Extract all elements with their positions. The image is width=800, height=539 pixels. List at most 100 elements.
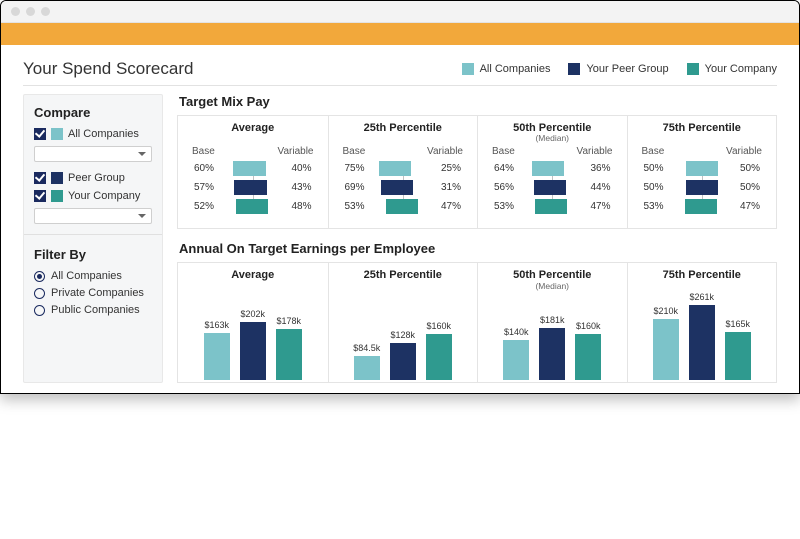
variable-percent: 43% <box>292 182 318 193</box>
square-icon <box>51 128 63 140</box>
mix-bar-row: 60%40% <box>188 161 318 176</box>
variable-percent: 47% <box>441 201 467 212</box>
base-percent: 60% <box>188 163 214 174</box>
mix-column: 25th PercentileBaseVariable75%25%69%31%5… <box>328 116 478 228</box>
stacked-bar <box>370 161 437 176</box>
traffic-light-icon <box>11 7 20 16</box>
compare-you-select[interactable] <box>34 208 152 224</box>
base-percent: 56% <box>488 182 514 193</box>
square-icon <box>687 63 699 75</box>
mix-bar-row: 64%36% <box>488 161 617 176</box>
bar-value-label: $160k <box>426 321 451 331</box>
compare-heading: Compare <box>34 105 152 120</box>
divider <box>24 234 162 235</box>
mix-bar-row: 50%50% <box>638 180 767 195</box>
base-percent: 50% <box>638 163 664 174</box>
checkbox-icon <box>34 172 46 184</box>
radio-icon <box>34 305 45 316</box>
earnings-bar: $163k <box>204 333 230 380</box>
mix-column: AverageBaseVariable60%40%57%43%52%48% <box>178 116 328 228</box>
checkbox-label: Your Company <box>68 190 140 202</box>
mix-bar-row: 57%43% <box>188 180 318 195</box>
earnings-column: 25th Percentile $84.5k $128k $160k <box>328 263 478 382</box>
compare-checkbox-all[interactable]: All Companies <box>34 128 152 140</box>
column-subheading <box>335 281 472 290</box>
square-icon <box>568 63 580 75</box>
earnings-bar: $128k <box>390 343 416 380</box>
legend-item-peer: Your Peer Group <box>568 63 668 75</box>
earnings-bar: $178k <box>276 329 302 380</box>
earnings-bar: $165k <box>725 332 751 380</box>
bar-value-label: $165k <box>725 319 750 329</box>
earnings-bar: $160k <box>575 334 601 380</box>
mix-bar-row: 53%47% <box>339 199 468 214</box>
filter-radio-private[interactable]: Private Companies <box>34 287 152 299</box>
column-subheading <box>184 281 322 290</box>
legend-item-you: Your Company <box>687 63 777 75</box>
variable-percent: 48% <box>292 201 318 212</box>
filter-radio-public[interactable]: Public Companies <box>34 304 152 316</box>
earnings-column: 50th Percentile(Median)$140k$181k$160k <box>477 263 627 382</box>
column-subheading: (Median) <box>484 281 621 290</box>
mix-bar-row: 75%25% <box>339 161 468 176</box>
main-content: Target Mix Pay AverageBaseVariable60%40%… <box>177 94 777 383</box>
compare-checkbox-peer[interactable]: Peer Group <box>34 172 152 184</box>
bar-group: $210k $261k $165k <box>634 294 771 380</box>
mix-column: 75th PercentileBaseVariable50%50%50%50%5… <box>627 116 777 228</box>
stacked-bar <box>669 199 736 214</box>
bar-value-label: $261k <box>689 292 714 302</box>
traffic-light-icon <box>26 7 35 16</box>
bar-value-label: $202k <box>240 309 265 319</box>
mix-bar-row: 52%48% <box>188 199 318 214</box>
column-subheading <box>188 133 318 142</box>
base-percent: 53% <box>638 201 664 212</box>
column-heading: 25th Percentile <box>335 269 472 281</box>
column-heading: 75th Percentile <box>634 269 771 281</box>
bar-value-label: $178k <box>276 316 301 326</box>
earnings-column: Average $163k $202k $178k <box>178 263 328 382</box>
filter-radio-all[interactable]: All Companies <box>34 270 152 282</box>
mix-bar-row: 53%47% <box>488 199 617 214</box>
earnings-bar: $261k <box>689 305 715 380</box>
stacked-bar <box>219 199 287 214</box>
target-mix-pay-grid: AverageBaseVariable60%40%57%43%52%48%25t… <box>177 115 777 229</box>
checkbox-icon <box>34 128 46 140</box>
bar-value-label: $210k <box>653 306 678 316</box>
variable-percent: 47% <box>740 201 766 212</box>
section-title-earnings: Annual On Target Earnings per Employee <box>179 241 777 256</box>
square-icon <box>51 172 63 184</box>
mix-bar-row: 53% 47% <box>638 199 767 214</box>
earnings-bar: $181k <box>539 328 565 380</box>
square-icon <box>462 63 474 75</box>
base-variable-labels: BaseVariable <box>492 146 613 157</box>
stacked-bar <box>519 180 586 195</box>
variable-percent: 50% <box>740 182 766 193</box>
variable-percent: 31% <box>441 182 467 193</box>
radio-icon <box>34 288 45 299</box>
base-percent: 53% <box>488 201 514 212</box>
column-subheading <box>634 281 771 290</box>
compare-checkbox-you[interactable]: Your Company <box>34 190 152 202</box>
base-percent: 69% <box>339 182 365 193</box>
stacked-bar <box>219 161 287 176</box>
variable-percent: 25% <box>441 163 467 174</box>
bar-group: $140k$181k$160k <box>484 294 621 380</box>
brand-banner <box>1 23 799 45</box>
checkbox-label: Peer Group <box>68 172 125 184</box>
variable-percent: 44% <box>591 182 617 193</box>
earnings-bar: $202k <box>240 322 266 380</box>
window-titlebar <box>1 1 799 23</box>
sidebar: Compare All Companies Peer Group Your Co… <box>23 94 163 383</box>
column-subheading: (Median) <box>488 133 617 142</box>
annual-earnings-grid: Average $163k $202k $178k 25th Percentile $84… <box>177 262 777 383</box>
stacked-bar <box>219 180 287 195</box>
bar-value-label: $181k <box>540 315 565 325</box>
compare-all-select[interactable] <box>34 146 152 162</box>
bar-value-label: $84.5k <box>353 343 380 353</box>
column-heading: Average <box>184 269 322 281</box>
page-title: Your Spend Scorecard <box>23 59 193 79</box>
stacked-bar <box>370 199 437 214</box>
earnings-bar: $84.5k <box>354 356 380 380</box>
filter-heading: Filter By <box>34 247 152 262</box>
checkbox-icon <box>34 190 46 202</box>
